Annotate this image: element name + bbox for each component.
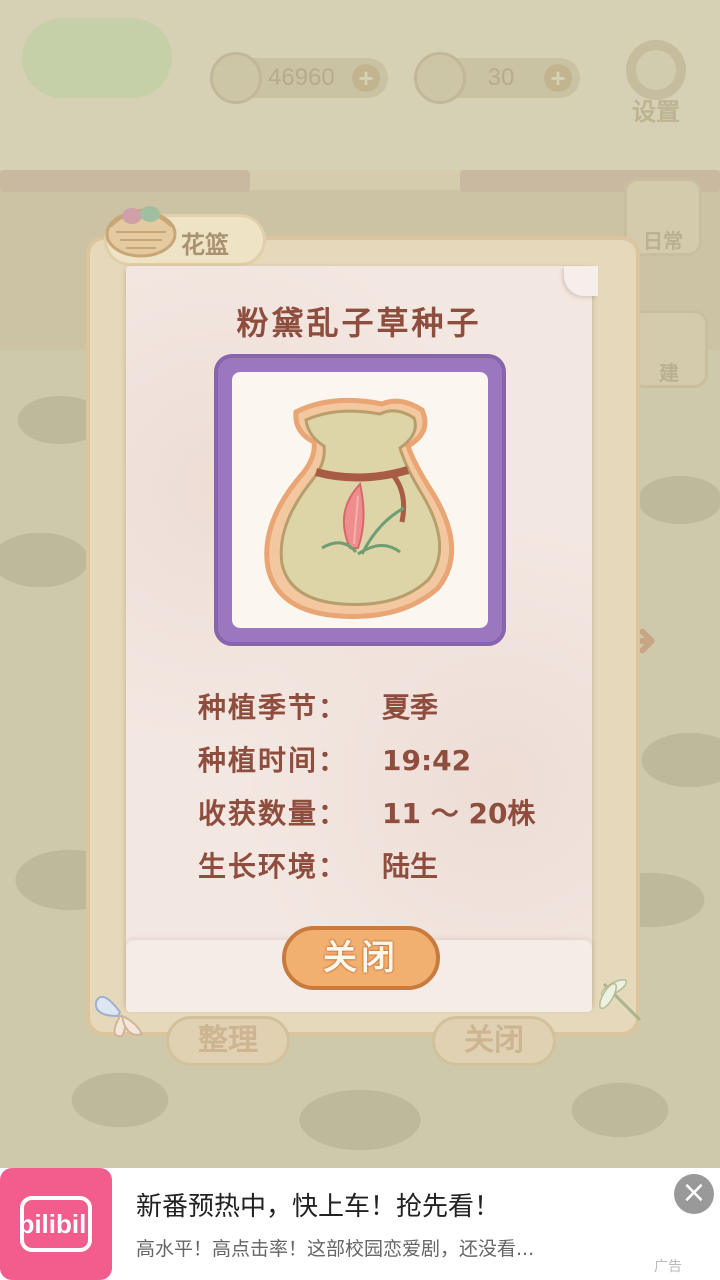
- item-image: [232, 372, 488, 628]
- cheese-count: 30: [487, 64, 515, 91]
- bilibili-logo[interactable]: bilibili: [0, 1168, 112, 1280]
- close-button[interactable]: 关闭: [282, 926, 440, 990]
- ad-title[interactable]: 新番预热中，快上车！抢先看！: [136, 1186, 500, 1223]
- add-cheese-button[interactable]: +: [544, 64, 572, 92]
- habitat-value: 陆生: [382, 850, 439, 883]
- gear-icon: [626, 40, 686, 100]
- background-close-button[interactable]: 关闭: [432, 1016, 556, 1066]
- organize-button[interactable]: 整理: [166, 1016, 290, 1066]
- ad-banner[interactable]: bilibili 新番预热中，快上车！抢先看！ 高水平！高点击率！这部校园恋爱剧…: [0, 1168, 720, 1280]
- season-label: 种植季节：: [198, 691, 349, 724]
- organize-label: 整理: [198, 1023, 258, 1058]
- seed-bag-icon: [264, 397, 455, 619]
- time-value: 19:42: [382, 744, 472, 777]
- butterfly-icon: [94, 995, 144, 1038]
- cheese-counter: 30 +: [414, 52, 580, 104]
- dragonfly-icon: [599, 979, 642, 1022]
- cheese-icon: [414, 52, 466, 104]
- time-label: 种植时间：: [198, 744, 349, 777]
- habitat-label: 生长环境：: [198, 850, 349, 883]
- item-image-frame: [214, 354, 506, 646]
- basket-icon: [105, 206, 177, 258]
- fish-count: 46960: [268, 64, 335, 91]
- season-value: 夏季: [382, 691, 439, 724]
- ad-tag: 广告: [654, 1259, 682, 1275]
- ad-close-icon[interactable]: ×: [674, 1174, 714, 1214]
- game-logo: [22, 18, 172, 98]
- info-row-yield: 收获数量： 11 ～ 20株: [198, 794, 598, 834]
- background-close-label: 关闭: [464, 1023, 524, 1058]
- info-row-habitat: 生长环境： 陆生: [198, 847, 598, 887]
- basket-tab-label: 花篮: [181, 231, 229, 259]
- yield-label: 收获数量：: [198, 797, 349, 830]
- info-row-season: 种植季节： 夏季: [198, 688, 598, 728]
- daily-label: 日常: [643, 229, 683, 253]
- ad-brand: bilibili: [18, 1209, 94, 1239]
- yield-value: 11 ～ 20株: [382, 797, 536, 830]
- ad-description[interactable]: 高水平！高点击率！这部校园恋爱剧，还没看...: [136, 1234, 606, 1261]
- settings-label: 设置: [632, 98, 680, 126]
- fish-bone-icon: [210, 52, 262, 104]
- build-label: 建: [659, 361, 679, 385]
- settings-button[interactable]: 设置: [614, 40, 698, 132]
- info-row-time: 种植时间： 19:42: [198, 741, 598, 781]
- item-title: 粉黛乱子草种子: [236, 304, 482, 342]
- fish-counter: 46960 +: [210, 52, 388, 104]
- build-button[interactable]: 建: [630, 310, 708, 388]
- add-fish-button[interactable]: +: [352, 64, 380, 92]
